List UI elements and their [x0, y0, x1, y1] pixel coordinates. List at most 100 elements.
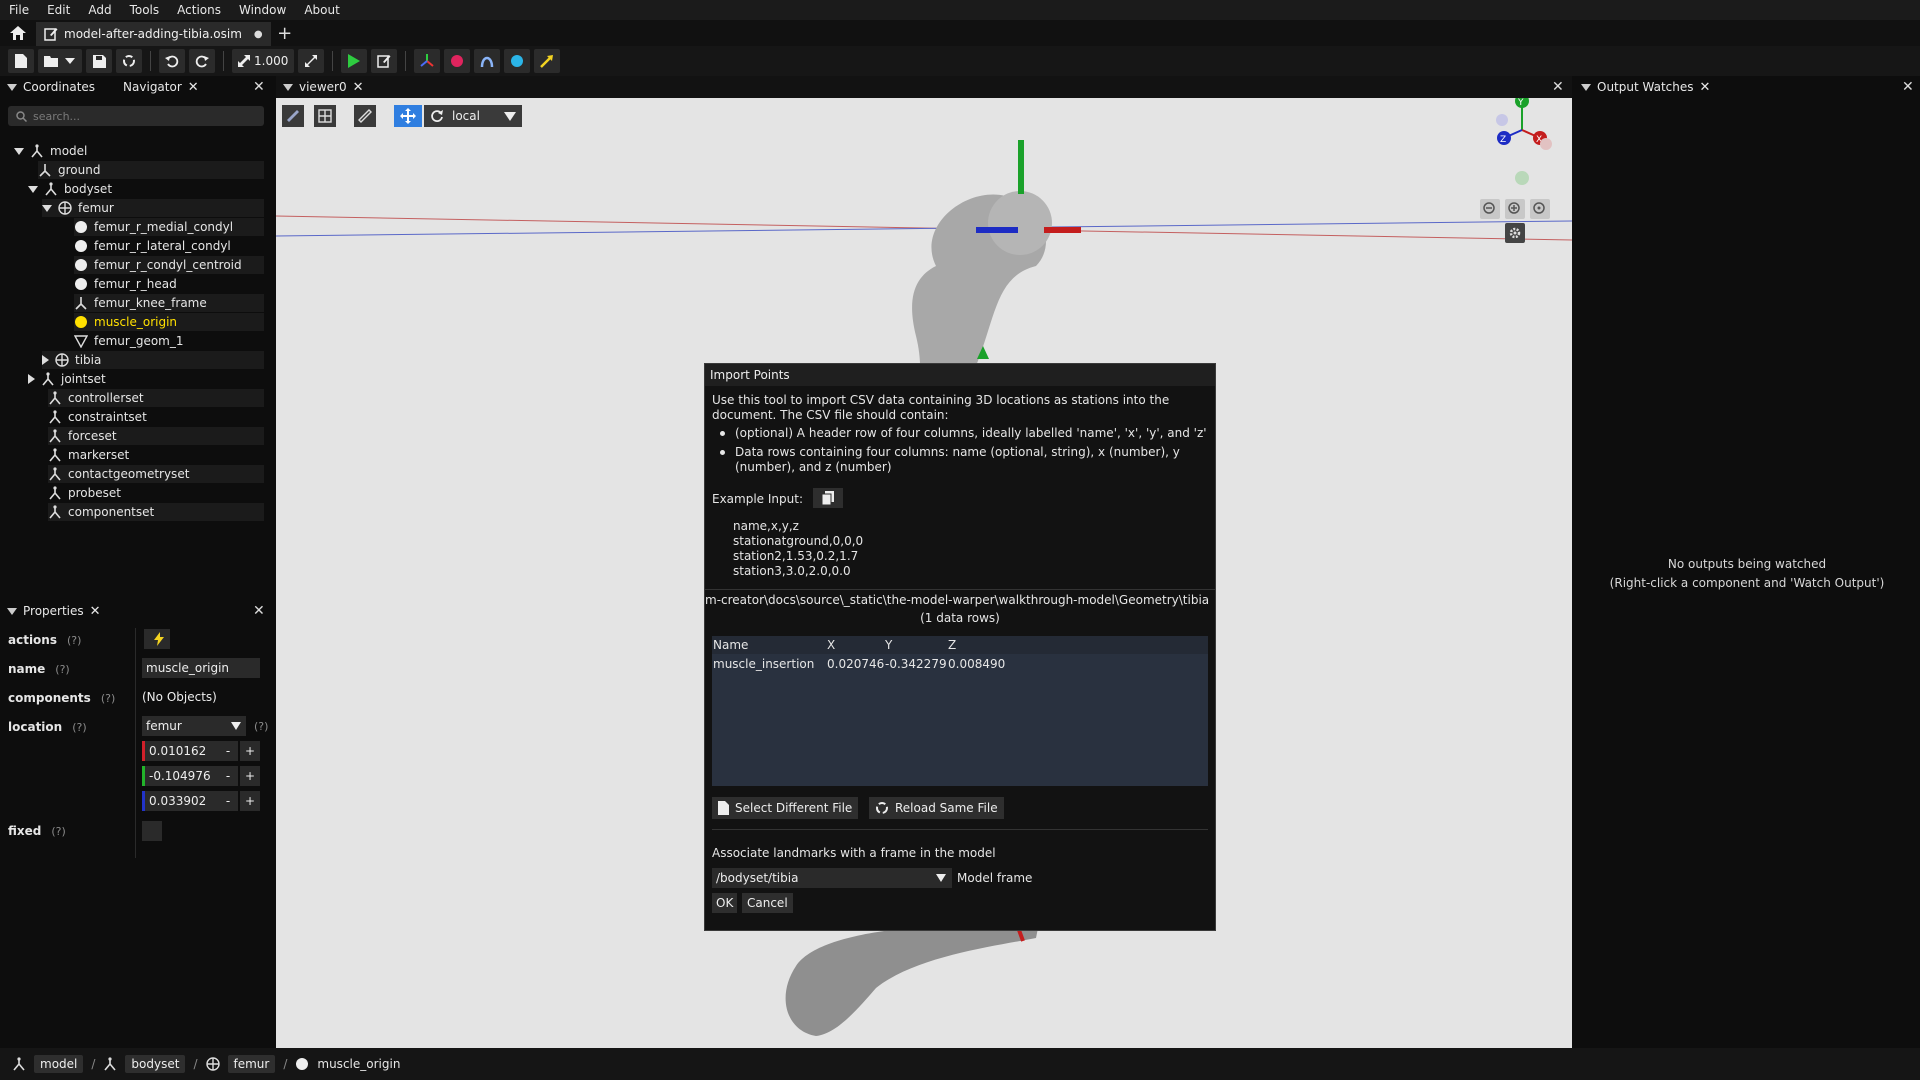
add-force-button[interactable] [534, 49, 561, 73]
ruler-button[interactable] [282, 105, 304, 127]
measure-button[interactable] [354, 105, 376, 127]
close-panel-icon[interactable]: ✕ [1902, 79, 1914, 95]
menu-actions[interactable]: Actions [168, 0, 230, 20]
scene-scale-control[interactable]: 1.000 [232, 49, 295, 73]
location-frame-select[interactable]: femur [142, 716, 246, 736]
tree-node-ground[interactable]: ground [38, 161, 264, 179]
tree-node-contactgeometryset[interactable]: contactgeometryset [48, 465, 264, 483]
simulate-button[interactable] [341, 49, 368, 73]
undo-button[interactable] [159, 49, 185, 73]
location-x-decrement[interactable]: - [218, 741, 238, 761]
search-input[interactable]: search... [8, 106, 264, 126]
model-frame-select[interactable]: /bodyset/tibia [712, 868, 952, 888]
location-z-field[interactable]: 0.033902 [142, 791, 218, 811]
tree-node-tibia[interactable]: tibia [42, 351, 264, 369]
close-panel-icon[interactable]: ✕ [253, 603, 265, 619]
file-path: m-creator\docs\source\_static\the-model-… [705, 593, 1210, 607]
select-different-file-button[interactable]: Select Different File [712, 797, 859, 819]
close-properties-tab-icon[interactable]: ✕ [90, 604, 101, 619]
location-x-increment[interactable]: + [240, 741, 260, 761]
zoom-fit-button[interactable] [1530, 199, 1550, 219]
tree-node-markerset[interactable]: markerset [48, 446, 129, 464]
menu-about[interactable]: About [295, 0, 348, 20]
close-panel-icon[interactable]: ✕ [253, 79, 265, 95]
tree-node-femur-r-lateral-condyl[interactable]: femur_r_lateral_condyl [74, 237, 231, 255]
edit-simulation-button[interactable] [371, 49, 398, 73]
location-y-decrement[interactable]: - [218, 766, 238, 786]
copy-example-button[interactable] [813, 488, 843, 508]
add-path-button[interactable] [474, 49, 501, 73]
close-navigator-tab-icon[interactable]: ✕ [188, 80, 199, 95]
location-z-decrement[interactable]: - [218, 791, 238, 811]
ok-button[interactable]: OK [712, 893, 738, 913]
tab-coordinates[interactable]: Coordinates [23, 80, 95, 94]
collapse-icon[interactable] [1581, 83, 1591, 91]
location-z-increment[interactable]: + [240, 791, 260, 811]
table-row[interactable]: muscle_insertion 0.020746 -0.342279 0.00… [712, 655, 1208, 673]
tree-node-femur-geom-1[interactable]: femur_geom_1 [74, 332, 184, 350]
viewer-tab[interactable]: viewer0 ✕ [276, 76, 364, 98]
translate-gizmo-button[interactable] [394, 105, 422, 127]
frame-mode-select[interactable]: local [424, 105, 522, 127]
close-panel-icon[interactable]: ✕ [1552, 79, 1564, 95]
tree-node-femur-r-head[interactable]: femur_r_head [74, 275, 177, 293]
tree-node-muscle-origin[interactable]: muscle_origin [74, 313, 264, 331]
add-marker-button[interactable] [444, 49, 471, 73]
collapse-icon[interactable] [283, 83, 293, 91]
tree-node-femur[interactable]: femur [42, 199, 264, 217]
tree-node-femur-r-condyl-centroid[interactable]: femur_r_condyl_centroid [74, 256, 264, 274]
add-frame-button[interactable] [414, 49, 441, 73]
collapse-icon[interactable] [7, 607, 17, 615]
tree-node-femur-knee-frame[interactable]: femur_knee_frame [74, 294, 264, 312]
close-output-watches-tab-icon[interactable]: ✕ [1700, 80, 1711, 95]
expand-icon[interactable] [42, 355, 49, 365]
add-contact-button[interactable] [504, 49, 531, 73]
tree-node-constraintset[interactable]: constraintset [48, 408, 147, 426]
location-y-field[interactable]: -0.104976 [142, 766, 218, 786]
menu-file[interactable]: File [0, 0, 38, 20]
tab-model-document[interactable]: model-after-adding-tibia.osim ● [36, 22, 271, 46]
menu-add[interactable]: Add [79, 0, 120, 20]
breadcrumb-model[interactable]: model [34, 1055, 84, 1073]
zoom-out-button[interactable] [1480, 199, 1500, 219]
menu-window[interactable]: Window [230, 0, 295, 20]
new-tab-button[interactable]: + [271, 21, 299, 45]
expand-icon[interactable] [28, 374, 35, 384]
menu-edit[interactable]: Edit [38, 0, 79, 20]
home-button[interactable] [0, 20, 36, 46]
actions-button[interactable] [144, 629, 170, 649]
expand-icon[interactable] [42, 204, 52, 212]
tree-node-jointset[interactable]: jointset [28, 370, 106, 388]
location-help[interactable]: (?) [254, 720, 268, 733]
close-viewer-tab-icon[interactable]: ✕ [353, 80, 364, 95]
tree-node-forceset[interactable]: forceset [48, 427, 264, 445]
new-file-button[interactable] [8, 49, 34, 73]
redo-button[interactable] [189, 49, 215, 73]
name-field[interactable]: muscle_origin [142, 658, 260, 678]
collapse-icon[interactable] [7, 83, 17, 91]
save-button[interactable] [86, 49, 112, 73]
breadcrumb-femur[interactable]: femur [227, 1055, 276, 1073]
zoom-in-button[interactable] [1505, 199, 1525, 219]
autoscale-button[interactable] [298, 49, 325, 73]
tree-node-controllerset[interactable]: controllerset [48, 389, 264, 407]
reload-button[interactable] [116, 49, 142, 73]
menu-tools[interactable]: Tools [121, 0, 169, 20]
scene-options-button[interactable] [314, 105, 336, 127]
tree-node-femur-r-medial-condyl[interactable]: femur_r_medial_condyl [74, 218, 264, 236]
cancel-button[interactable]: Cancel [742, 893, 793, 913]
breadcrumb-bodyset[interactable]: bodyset [125, 1055, 186, 1073]
location-y-increment[interactable]: + [240, 766, 260, 786]
tree-node-componentset[interactable]: componentset [48, 503, 264, 521]
tree-node-model[interactable]: model [14, 142, 87, 160]
expand-icon[interactable] [28, 185, 38, 193]
tab-navigator[interactable]: Navigator [123, 80, 182, 94]
camera-settings-button[interactable] [1505, 223, 1525, 243]
location-x-field[interactable]: 0.010162 [142, 741, 218, 761]
tree-node-probeset[interactable]: probeset [48, 484, 121, 502]
open-file-button[interactable] [38, 49, 82, 73]
tree-node-bodyset[interactable]: bodyset [28, 180, 112, 198]
reload-same-file-button[interactable]: Reload Same File [869, 797, 1004, 819]
fixed-checkbox[interactable] [142, 821, 162, 841]
expand-icon[interactable] [14, 147, 24, 155]
